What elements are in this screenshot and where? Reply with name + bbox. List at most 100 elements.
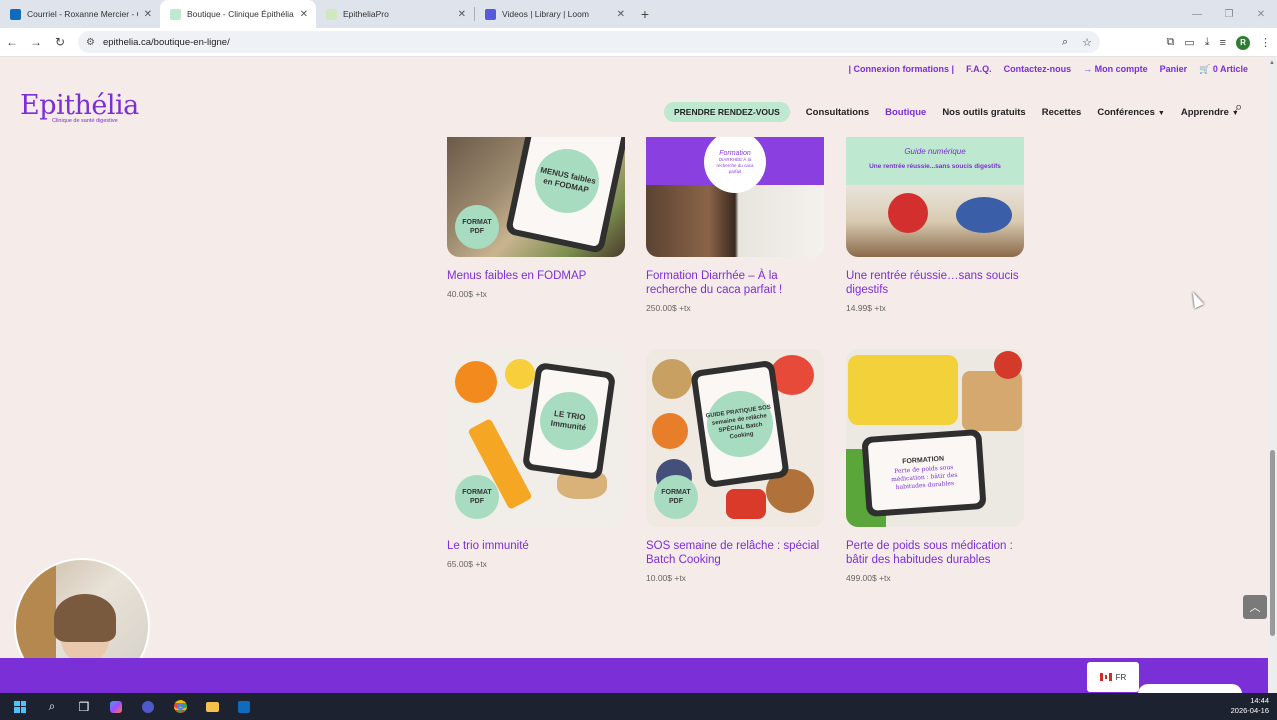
bookmark-star-icon[interactable]: ☆ bbox=[1082, 36, 1092, 49]
site-info-icon[interactable]: ⚙ bbox=[86, 37, 95, 48]
pepper-graphic bbox=[726, 489, 766, 519]
format-pdf-badge: FORMAT PDF bbox=[455, 475, 499, 519]
tab-outlook[interactable]: Courriel - Roxanne Mercier - Ou ✕ bbox=[0, 0, 160, 28]
close-icon[interactable]: ✕ bbox=[617, 9, 625, 20]
product-price: 10.00$ +tx bbox=[646, 573, 686, 583]
product-image[interactable]: Formation DIARRHÉE À la recherche du cac… bbox=[646, 137, 824, 257]
restore-icon[interactable]: ❐ bbox=[1213, 0, 1245, 28]
product-title[interactable]: Formation Diarrhée – À la recherche du c… bbox=[646, 269, 824, 297]
nav-recettes[interactable]: Recettes bbox=[1042, 107, 1082, 118]
page-scrollbar[interactable]: ▲ bbox=[1268, 58, 1277, 693]
product-title[interactable]: Menus faibles en FODMAP bbox=[447, 269, 625, 283]
product-price: 250.00$ +tx bbox=[646, 303, 691, 313]
address-bar[interactable]: ⚙ epithelia.ca/boutique-en-ligne/ ⌕ ☆ bbox=[78, 31, 1100, 53]
nav-label: Conférences bbox=[1097, 106, 1155, 118]
nav-boutique[interactable]: Boutique bbox=[885, 107, 926, 118]
screen-title: GUIDE PRATIQUE SOS semaine de relâche SP… bbox=[702, 386, 778, 462]
tab-boutique[interactable]: Boutique - Clinique Épithélia ✕ bbox=[160, 0, 316, 28]
close-window-icon[interactable]: ✕ bbox=[1245, 0, 1277, 28]
tab-loom[interactable]: Videos | Library | Loom ✕ bbox=[475, 0, 633, 28]
nav-apprendre[interactable]: Apprendre ▼ bbox=[1181, 107, 1239, 118]
format-pdf-badge: FORMAT PDF bbox=[455, 205, 499, 249]
extensions-icon[interactable]: ⧉ bbox=[1166, 36, 1174, 49]
product-title[interactable]: Perte de poids sous médication : bâtir d… bbox=[846, 539, 1024, 567]
link-contactez-nous[interactable]: Contactez-nous bbox=[1004, 64, 1072, 74]
close-icon[interactable]: ✕ bbox=[300, 9, 308, 20]
format-pdf-badge: FORMAT PDF bbox=[654, 475, 698, 519]
browser-tabstrip: Courriel - Roxanne Mercier - Ou ✕ Boutiq… bbox=[0, 0, 1277, 28]
product-card[interactable]: Formation DIARRHÉE À la recherche du cac… bbox=[646, 137, 824, 313]
link-connexion-formations[interactable]: | Connexion formations | bbox=[849, 64, 955, 74]
window-controls: — ❐ ✕ bbox=[1181, 0, 1277, 28]
reload-icon[interactable]: ↻ bbox=[48, 30, 72, 54]
media-icon[interactable]: ≡ bbox=[1220, 37, 1226, 49]
screen-text: Perte de poids sous médication : bâtir d… bbox=[890, 463, 958, 491]
profile-avatar[interactable]: R bbox=[1236, 35, 1250, 50]
outlook-taskbar-icon[interactable] bbox=[232, 697, 256, 717]
link-mon-compte[interactable]: → Mon compte bbox=[1083, 64, 1148, 74]
copilot-icon[interactable] bbox=[104, 697, 128, 717]
scroll-up-icon[interactable]: ▲ bbox=[1269, 60, 1275, 66]
search-icon[interactable]: ⌕ bbox=[1235, 99, 1242, 115]
forward-icon[interactable]: → bbox=[24, 30, 48, 54]
product-card[interactable]: LE TRIO Immunité FORMAT PDF Le trio immu… bbox=[447, 349, 625, 569]
start-button[interactable] bbox=[8, 697, 32, 717]
chrome-icon[interactable] bbox=[168, 697, 192, 717]
download-icon[interactable]: ⤓ bbox=[1205, 36, 1210, 49]
product-title[interactable]: SOS semaine de relâche : spécial Batch C… bbox=[646, 539, 824, 567]
product-title[interactable]: Le trio immunité bbox=[447, 539, 625, 553]
banner-subtitle: Une rentrée réussie...sans soucis digest… bbox=[869, 163, 1001, 170]
file-explorer-icon[interactable] bbox=[200, 697, 224, 717]
site-logo[interactable]: Epithélia Clinique de santé digestive bbox=[20, 92, 139, 125]
tab-title: EpitheliaPro bbox=[343, 9, 389, 19]
link-faq[interactable]: F.A.Q. bbox=[966, 64, 992, 74]
language-switcher[interactable]: FR bbox=[1087, 662, 1139, 692]
link-cart-count[interactable]: 🛒 0 Article bbox=[1199, 64, 1248, 75]
book-appointment-button[interactable]: PRENDRE RENDEZ-VOUS bbox=[664, 102, 790, 122]
apple-graphic bbox=[888, 193, 928, 233]
nuts-bowl-graphic bbox=[652, 359, 692, 399]
product-card[interactable]: FORMATION Perte de poids sous médication… bbox=[846, 349, 1024, 583]
nav-consultations[interactable]: Consultations bbox=[806, 107, 869, 118]
new-tab-button[interactable]: + bbox=[633, 0, 657, 28]
task-view-icon[interactable]: ❒ bbox=[72, 697, 96, 717]
cast-icon[interactable]: ▭ bbox=[1184, 36, 1194, 49]
scrollbar-thumb[interactable] bbox=[1270, 450, 1275, 636]
nav-outils-gratuits[interactable]: Nos outils gratuits bbox=[942, 107, 1025, 118]
clock-time: 14:44 bbox=[1250, 696, 1269, 705]
epitheliapro-favicon-icon bbox=[326, 8, 337, 20]
nav-label: Apprendre bbox=[1180, 106, 1229, 118]
close-icon[interactable]: ✕ bbox=[458, 9, 466, 20]
epithelia-favicon-icon bbox=[170, 8, 181, 20]
product-image[interactable]: FORMATION Perte de poids sous médication… bbox=[846, 349, 1024, 527]
nav-conferences[interactable]: Conférences ▼ bbox=[1097, 107, 1165, 118]
clock-date: 2026-04-16 bbox=[1230, 706, 1269, 715]
product-title[interactable]: Une rentrée réussie…sans soucis digestif… bbox=[846, 269, 1024, 297]
orange-graphic bbox=[455, 361, 497, 403]
system-clock[interactable]: 14:44 2026-04-16 bbox=[1231, 696, 1269, 716]
loom-icon bbox=[485, 8, 496, 20]
bowl-graphic bbox=[956, 197, 1012, 233]
product-image[interactable]: GUIDE PRATIQUE SOS semaine de relâche SP… bbox=[646, 349, 824, 527]
zoom-icon[interactable]: ⌕ bbox=[1062, 36, 1068, 49]
close-icon[interactable]: ✕ bbox=[144, 9, 152, 20]
seal-text: DIARRHÉE À la recherche du caca parfait bbox=[716, 156, 754, 174]
back-to-top-button[interactable]: ︿ bbox=[1243, 595, 1267, 619]
product-card[interactable]: GUIDE PRATIQUE SOS semaine de relâche SP… bbox=[646, 349, 824, 583]
back-icon[interactable]: ← bbox=[0, 30, 24, 54]
tab-epitheliapro[interactable]: EpitheliaPro ✕ bbox=[316, 0, 474, 28]
product-card[interactable]: Guide numérique Une rentrée réussie...sa… bbox=[846, 137, 1024, 313]
product-image[interactable]: MENUS faibles en FODMAP FORMAT PDF bbox=[447, 137, 625, 257]
minimize-icon[interactable]: — bbox=[1181, 0, 1213, 28]
teams-icon[interactable] bbox=[136, 697, 160, 717]
product-card[interactable]: MENUS faibles en FODMAP FORMAT PDF Menus… bbox=[447, 137, 625, 299]
product-image[interactable]: LE TRIO Immunité FORMAT PDF bbox=[447, 349, 625, 527]
canada-flag-icon bbox=[1099, 673, 1112, 681]
lemon-graphic bbox=[505, 359, 535, 389]
product-price: 14.99$ +tx bbox=[846, 303, 886, 313]
menu-kebab-icon[interactable]: ⋮ bbox=[1260, 36, 1271, 49]
tablet-graphic: LE TRIO Immunité bbox=[521, 361, 617, 481]
link-panier[interactable]: Panier bbox=[1160, 64, 1188, 74]
search-icon[interactable]: ⌕ bbox=[40, 697, 64, 717]
product-image[interactable]: Guide numérique Une rentrée réussie...sa… bbox=[846, 137, 1024, 257]
